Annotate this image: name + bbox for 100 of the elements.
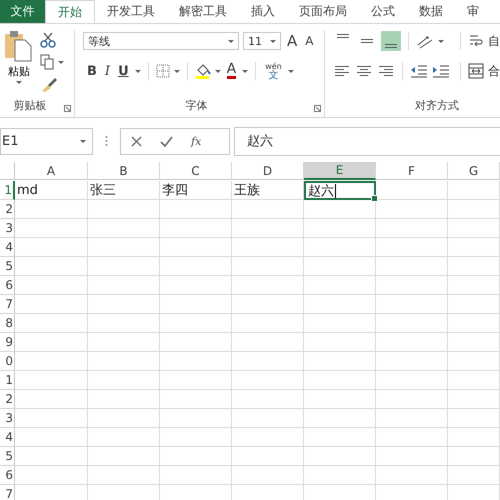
grow-font-button[interactable]: A xyxy=(285,31,300,51)
column-header[interactable]: C xyxy=(160,162,232,180)
fill-color-icon[interactable] xyxy=(194,63,211,79)
empty-cell xyxy=(160,314,232,333)
checkmark-icon[interactable] xyxy=(160,136,173,146)
empty-cell xyxy=(448,276,500,295)
row-header[interactable]: 6 xyxy=(0,276,15,295)
caret-icon[interactable] xyxy=(58,60,64,64)
caret-icon[interactable] xyxy=(270,40,276,42)
empty-cell xyxy=(160,447,232,466)
name-box[interactable]: E1 xyxy=(0,128,93,154)
empty-cell xyxy=(304,466,376,485)
column-header[interactable]: A xyxy=(15,162,88,180)
empty-cell xyxy=(448,390,500,409)
merge-cells-icon[interactable] xyxy=(468,63,484,79)
empty-cell xyxy=(160,219,232,238)
empty-cell xyxy=(376,257,448,276)
empty-cell xyxy=(232,447,304,466)
align-bottom-button[interactable] xyxy=(381,31,401,51)
dialog-launcher-icon[interactable] xyxy=(314,105,321,112)
column-header[interactable]: D xyxy=(232,162,304,180)
empty-cell xyxy=(304,390,376,409)
wrap-text-icon[interactable] xyxy=(468,33,484,49)
empty-cell xyxy=(304,314,376,333)
row-header[interactable]: 5 xyxy=(0,447,15,466)
row-header[interactable]: 7 xyxy=(0,295,15,314)
row-header[interactable]: 7 xyxy=(0,485,15,500)
cancel-icon[interactable] xyxy=(131,136,142,146)
table-cell: 王族 xyxy=(232,181,304,200)
row-header[interactable]: 5 xyxy=(0,257,15,276)
ribbon-tab[interactable]: 文件 xyxy=(0,0,45,23)
decrease-indent-icon[interactable] xyxy=(410,64,428,78)
merge-label[interactable]: 合 xyxy=(488,62,500,80)
phonetic-guide-button[interactable]: wén 文 xyxy=(263,61,284,81)
ribbon-tab[interactable]: 插入 xyxy=(239,0,287,23)
dialog-launcher-icon[interactable] xyxy=(64,105,71,112)
align-lines-icon xyxy=(357,66,371,76)
table-cell: md xyxy=(15,181,88,200)
row-header[interactable]: 1 xyxy=(0,181,15,200)
row-header[interactable]: 3 xyxy=(0,219,15,238)
caret-icon[interactable] xyxy=(134,70,141,72)
row-header[interactable]: 4 xyxy=(0,428,15,447)
caret-icon[interactable] xyxy=(242,70,248,72)
row-header[interactable]: 2 xyxy=(0,390,15,409)
row-header[interactable]: 4 xyxy=(0,238,15,257)
font-size-field[interactable]: 11 xyxy=(243,32,281,50)
wrap-text-label[interactable]: 自 xyxy=(488,32,500,50)
caret-icon[interactable] xyxy=(80,140,86,142)
empty-cell xyxy=(376,333,448,352)
empty-cell xyxy=(160,200,232,219)
empty-cell xyxy=(160,390,232,409)
ribbon-tab[interactable]: 开发工具 xyxy=(95,0,167,23)
font-name-field[interactable]: 等线 xyxy=(83,32,239,50)
shrink-font-button[interactable]: A xyxy=(303,31,316,51)
increase-indent-icon[interactable] xyxy=(432,64,450,78)
row-header[interactable]: 6 xyxy=(0,466,15,485)
row-header[interactable]: 9 xyxy=(0,333,15,352)
empty-cell xyxy=(88,295,160,314)
row-header[interactable]: 3 xyxy=(0,409,15,428)
ribbon-tab[interactable]: 页面布局 xyxy=(287,0,359,23)
empty-cell xyxy=(88,200,160,219)
caret-icon[interactable] xyxy=(438,40,444,42)
caret-icon[interactable] xyxy=(288,70,294,72)
ribbon-tab[interactable]: 解密工具 xyxy=(167,0,239,23)
underline-button[interactable]: U xyxy=(116,61,131,81)
ribbon-tab[interactable]: 审 xyxy=(455,0,491,23)
italic-button[interactable]: I xyxy=(102,61,112,81)
caret-icon[interactable] xyxy=(214,70,221,72)
empty-cell xyxy=(232,295,304,314)
row-header[interactable]: 8 xyxy=(0,314,15,333)
empty-cell xyxy=(448,200,500,219)
row-header[interactable]: 0 xyxy=(0,352,15,371)
column-header[interactable]: B xyxy=(88,162,160,180)
drag-handle-icon[interactable] xyxy=(105,135,108,147)
scissors-icon[interactable] xyxy=(40,32,56,48)
column-header[interactable]: G xyxy=(448,162,500,180)
row-header[interactable]: 1 xyxy=(0,371,15,390)
column-header[interactable]: E xyxy=(304,162,376,180)
empty-cell xyxy=(232,257,304,276)
insert-function-button[interactable]: fx xyxy=(191,134,202,148)
empty-cell xyxy=(160,371,232,390)
empty-cell xyxy=(448,295,500,314)
ribbon-tab[interactable]: 公式 xyxy=(359,0,407,23)
ribbon-tab[interactable]: 开始 xyxy=(45,0,95,23)
caret-icon[interactable] xyxy=(16,81,22,84)
column-header[interactable]: F xyxy=(376,162,448,180)
ribbon-tab[interactable]: 数据 xyxy=(407,0,455,23)
caret-icon[interactable] xyxy=(174,70,180,72)
empty-cell xyxy=(448,371,500,390)
borders-icon[interactable] xyxy=(156,64,170,78)
bold-button[interactable]: B xyxy=(85,61,99,81)
paintbrush-icon[interactable] xyxy=(40,76,58,92)
paste-button[interactable]: 粘贴 xyxy=(4,30,34,92)
formula-field[interactable]: 赵六 xyxy=(234,126,500,156)
caret-icon[interactable] xyxy=(228,40,234,42)
font-color-button[interactable]: A xyxy=(224,61,238,81)
copy-icon[interactable] xyxy=(40,54,54,70)
group-label: 字体 xyxy=(184,98,208,114)
row-header[interactable]: 2 xyxy=(0,200,15,219)
empty-cell xyxy=(160,428,232,447)
